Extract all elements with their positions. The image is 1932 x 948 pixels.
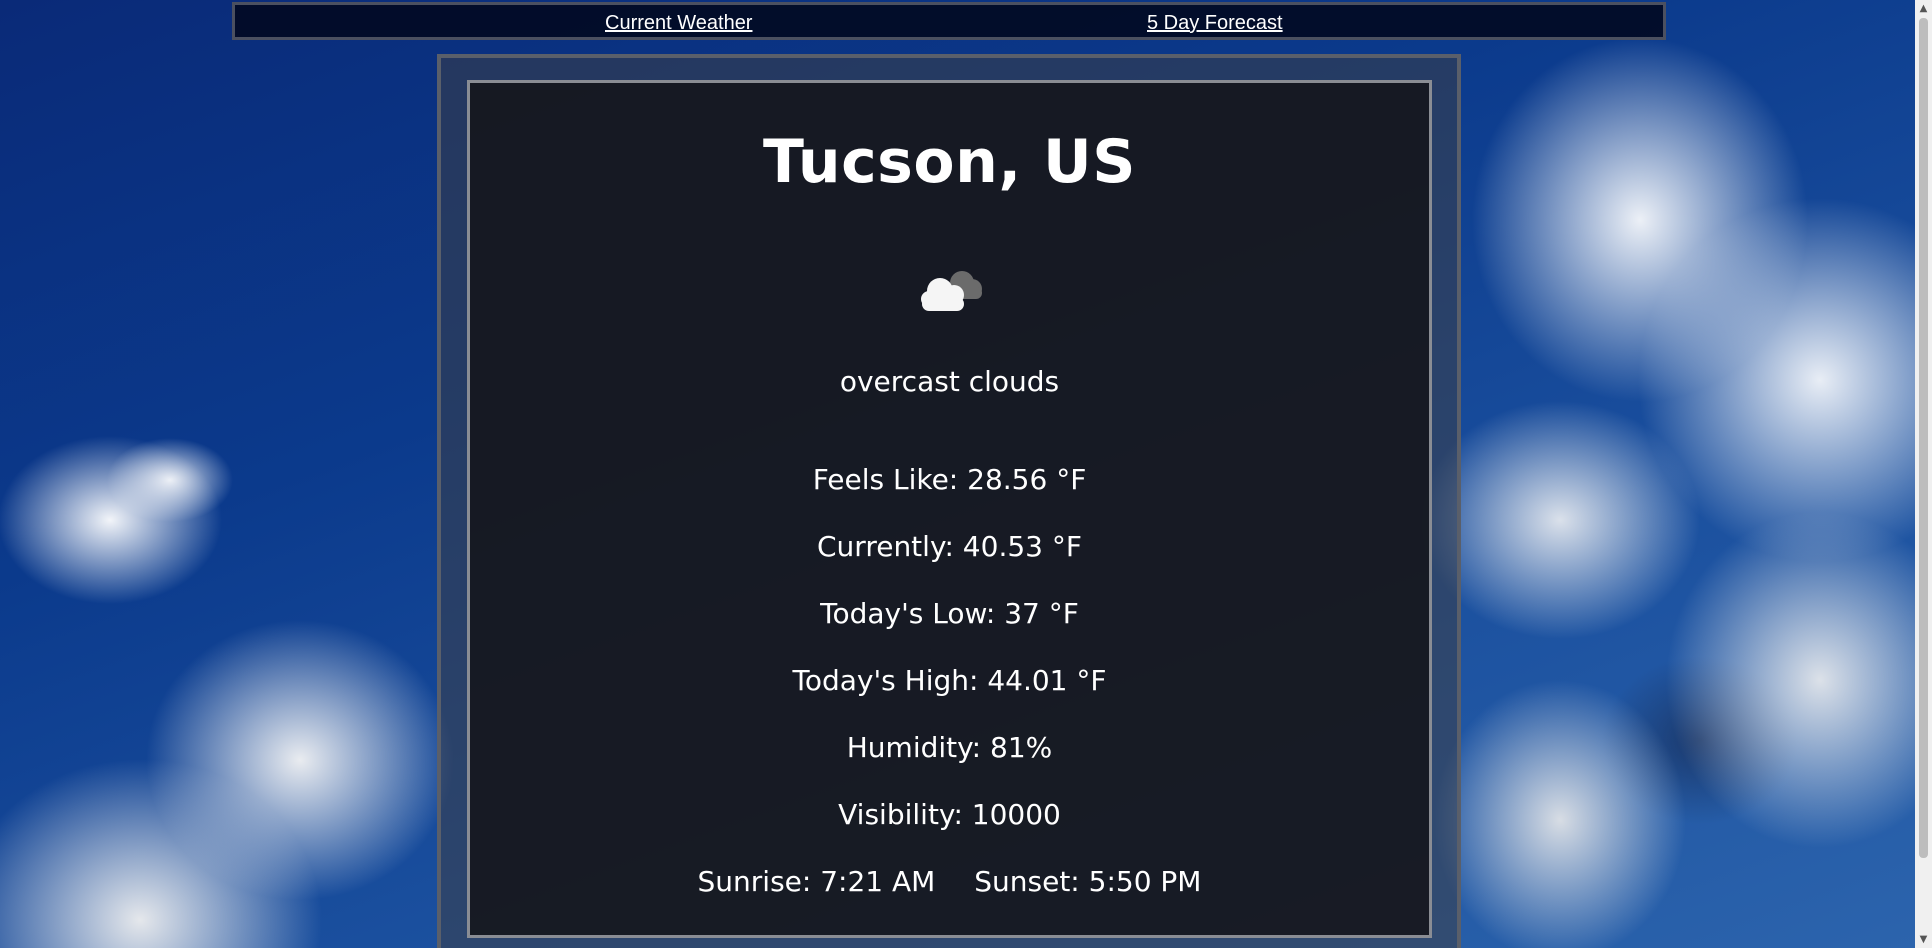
sunset-value: Sunset: 5:50 PM [974,865,1202,898]
sunrise-value: Sunrise: 7:21 AM [697,865,936,898]
current-temp-value: Currently: 40.53 °F [817,530,1082,563]
current-weather-link[interactable]: Current Weather [605,12,752,35]
five-day-forecast-link[interactable]: 5 Day Forecast [1147,12,1283,35]
weather-card: Tucson, US overcast clouds Feels Like: 2… [467,80,1432,938]
sun-times-row: Sunrise: 7:21 AM Sunset: 5:50 PM [470,865,1429,898]
scroll-up-icon[interactable]: ▲ [1915,0,1932,17]
visibility-value: Visibility: 10000 [838,798,1061,831]
scroll-down-icon[interactable]: ▼ [1915,931,1932,948]
today-high-value: Today's High: 44.01 °F [792,664,1107,697]
humidity-value: Humidity: 81% [846,731,1053,764]
overcast-clouds-icon [910,261,990,321]
vertical-scrollbar[interactable]: ▲ ▼ [1915,0,1932,948]
city-title: Tucson, US [763,127,1136,197]
feels-like-value: Feels Like: 28.56 °F [812,463,1087,496]
scroll-thumb[interactable] [1919,18,1928,858]
weather-description: overcast clouds [839,365,1060,398]
today-low-value: Today's Low: 37 °F [820,597,1079,630]
top-nav: Current Weather 5 Day Forecast [232,2,1666,40]
